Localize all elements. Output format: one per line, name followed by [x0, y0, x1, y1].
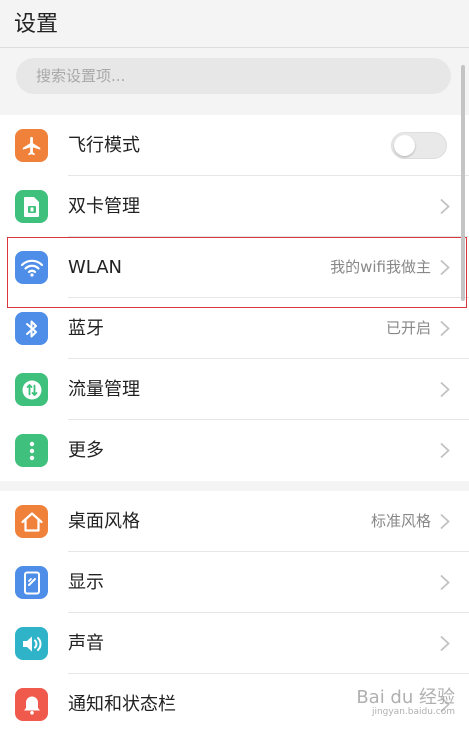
search-input[interactable] — [16, 58, 451, 94]
settings-item-value: 我的wifi我做主 — [330, 258, 431, 276]
settings-item-home-style[interactable]: 桌面风格 标准风格 — [0, 491, 469, 552]
settings-item-label: 通知和状态栏 — [68, 694, 176, 715]
settings-item-label: 蓝牙 — [68, 318, 104, 339]
settings-item-dual-sim[interactable]: 双卡管理 — [0, 176, 469, 237]
settings-item-airplane-mode[interactable]: 飞行模式 — [0, 115, 469, 176]
sound-icon — [15, 627, 48, 660]
settings-item-more[interactable]: 更多 — [0, 420, 469, 481]
chevron-right-icon — [440, 513, 450, 530]
airplane-mode-toggle[interactable] — [391, 132, 447, 159]
chevron-right-icon — [440, 442, 450, 459]
chevron-right-icon — [440, 259, 450, 276]
notification-icon — [15, 688, 48, 721]
display-icon — [15, 566, 48, 599]
settings-item-label: 声音 — [68, 633, 104, 654]
settings-item-data-usage[interactable]: 流量管理 — [0, 359, 469, 420]
settings-item-sound[interactable]: 声音 — [0, 613, 469, 674]
settings-item-value: 已开启 — [385, 319, 431, 337]
chevron-right-icon — [440, 381, 450, 398]
watermark: Bai du 经验 jingyan.baidu.com — [356, 683, 455, 717]
settings-item-wlan[interactable]: WLAN 我的wifi我做主 — [0, 237, 469, 298]
bluetooth-icon — [15, 312, 48, 345]
home-icon — [15, 505, 48, 538]
settings-item-label: 双卡管理 — [68, 196, 140, 217]
settings-item-label: WLAN — [68, 257, 123, 278]
chevron-right-icon — [440, 320, 450, 337]
settings-item-value: 标准风格 — [370, 512, 431, 530]
sim-card-icon — [15, 190, 48, 223]
toggle-knob — [394, 135, 415, 156]
chevron-right-icon — [440, 635, 450, 652]
chevron-right-icon — [440, 198, 450, 215]
airplane-icon — [15, 129, 48, 162]
more-icon — [15, 434, 48, 467]
settings-section-network: 飞行模式 双卡管理 WLAN 我的wifi我做主 蓝牙 已开启 流量管理 更多 — [0, 115, 469, 481]
chevron-right-icon — [440, 574, 450, 591]
settings-item-label: 飞行模式 — [68, 135, 140, 156]
settings-item-label: 桌面风格 — [68, 511, 140, 532]
scrollbar[interactable] — [461, 65, 465, 301]
data-usage-icon — [15, 373, 48, 406]
wifi-icon — [15, 251, 48, 284]
settings-item-bluetooth[interactable]: 蓝牙 已开启 — [0, 298, 469, 359]
watermark-logo-text: Bai du 经验 — [356, 687, 455, 708]
search-bar — [0, 48, 469, 104]
page-title: 设置 — [14, 12, 59, 37]
header: 设置 — [0, 0, 469, 48]
watermark-url: jingyan.baidu.com — [371, 707, 455, 717]
settings-item-label: 显示 — [68, 572, 104, 593]
settings-item-label: 更多 — [68, 440, 104, 461]
settings-item-display[interactable]: 显示 — [0, 552, 469, 613]
settings-item-label: 流量管理 — [68, 379, 140, 400]
